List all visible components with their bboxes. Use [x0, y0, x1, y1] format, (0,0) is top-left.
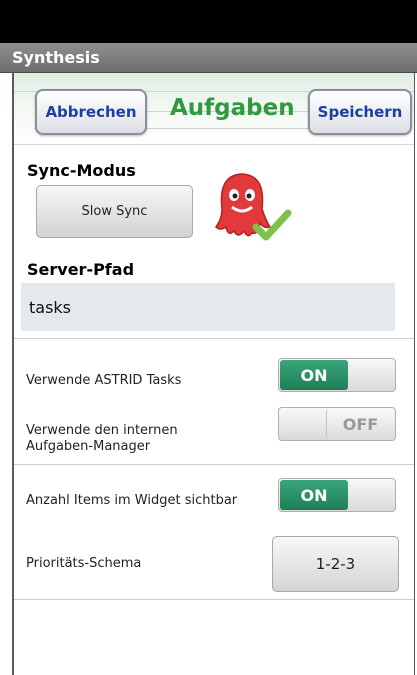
server-path-input[interactable]: tasks: [21, 283, 395, 331]
priority-scheme-button[interactable]: 1-2-3: [272, 536, 399, 592]
internal-manager-toggle[interactable]: OFF: [278, 407, 396, 441]
setting-label-widget-items: Anzahl Items im Widget sichtbar: [26, 493, 238, 508]
astrid-tasks-toggle[interactable]: ON: [278, 358, 396, 392]
setting-label-internal-manager: Verwende den internen Aufgaben-Manager: [26, 423, 178, 454]
title-bar: Synthesis: [0, 43, 417, 73]
cancel-button[interactable]: Abbrechen: [35, 89, 147, 135]
toggle-knob: ON: [280, 360, 348, 390]
settings-panel: Abbrechen Aufgaben Speichern Sync-Modus …: [12, 73, 415, 675]
page-title: Aufgaben: [170, 95, 295, 121]
priority-scheme-label: Prioritäts-Schema: [26, 556, 142, 571]
sync-mode-label: Sync-Modus: [27, 161, 136, 180]
app-title: Synthesis: [12, 48, 100, 67]
divider: [14, 464, 414, 465]
setting-label-astrid: Verwende ASTRID Tasks: [26, 373, 182, 388]
octopus-mascot-icon: [215, 173, 292, 241]
status-bar: [0, 0, 417, 43]
header-bar: Abbrechen Aufgaben Speichern: [14, 73, 414, 145]
divider: [14, 338, 414, 339]
sync-mode-button[interactable]: Slow Sync: [36, 185, 193, 238]
toggle-knob: OFF: [326, 409, 394, 439]
widget-items-toggle[interactable]: ON: [278, 478, 396, 512]
save-button[interactable]: Speichern: [308, 89, 412, 135]
server-path-label: Server-Pfad: [27, 260, 135, 279]
divider: [14, 599, 414, 600]
toggle-knob: ON: [280, 480, 348, 510]
